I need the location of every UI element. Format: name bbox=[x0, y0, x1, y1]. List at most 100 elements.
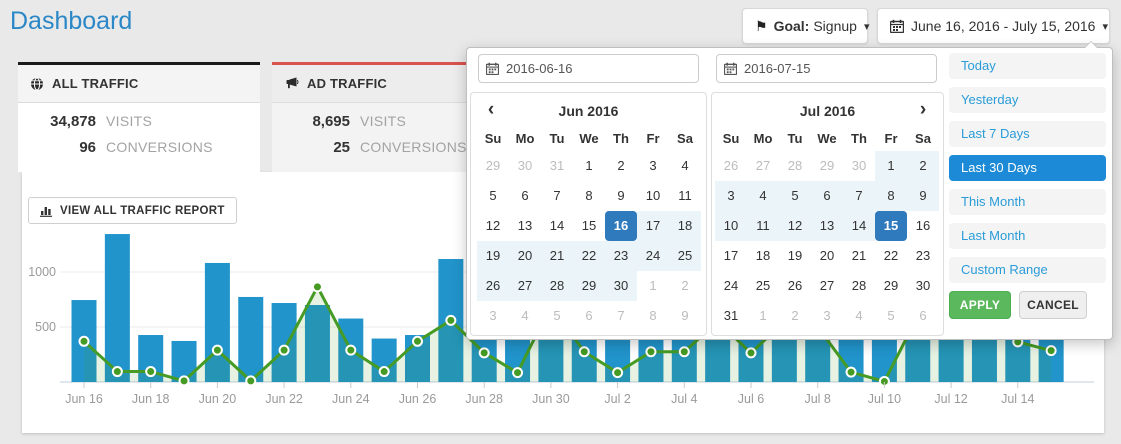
calendar-day[interactable]: 30 bbox=[605, 271, 637, 301]
calendar-day[interactable]: 7 bbox=[541, 181, 573, 211]
calendar-day[interactable]: 24 bbox=[637, 241, 669, 271]
calendar-day[interactable]: 27 bbox=[747, 151, 779, 181]
calendar-day[interactable]: 2 bbox=[669, 271, 701, 301]
calendar-day[interactable]: 22 bbox=[875, 241, 907, 271]
calendar-day[interactable]: 25 bbox=[669, 241, 701, 271]
view-all-traffic-report-button[interactable]: VIEW ALL TRAFFIC REPORT bbox=[28, 197, 237, 224]
calendar-day[interactable]: 8 bbox=[573, 181, 605, 211]
calendar-day[interactable]: 26 bbox=[779, 271, 811, 301]
calendar-day[interactable]: 11 bbox=[669, 181, 701, 211]
calendar-day[interactable]: 5 bbox=[541, 301, 573, 331]
calendar-day[interactable]: 18 bbox=[747, 241, 779, 271]
calendar-day[interactable]: 9 bbox=[605, 181, 637, 211]
calendar-day[interactable]: 23 bbox=[907, 241, 939, 271]
calendar-day[interactable]: 31 bbox=[715, 301, 747, 331]
date-range-button[interactable]: June 16, 2016 - July 15, 2016 ▾ bbox=[877, 8, 1110, 44]
calendar-day[interactable]: 29 bbox=[875, 271, 907, 301]
calendar-day[interactable]: 28 bbox=[843, 271, 875, 301]
calendar-day[interactable]: 28 bbox=[541, 271, 573, 301]
start-date-input[interactable] bbox=[478, 54, 699, 83]
range-option-last-30-days[interactable]: Last 30 Days bbox=[949, 155, 1106, 181]
calendar-day[interactable]: 17 bbox=[715, 241, 747, 271]
calendar-day[interactable]: 1 bbox=[573, 151, 605, 181]
calendar-day[interactable]: 29 bbox=[811, 151, 843, 181]
range-option-last-7-days[interactable]: Last 7 Days bbox=[949, 121, 1106, 147]
calendar-day[interactable]: 16 bbox=[907, 211, 939, 241]
calendar-day[interactable]: 29 bbox=[477, 151, 509, 181]
calendar-day[interactable]: 13 bbox=[509, 211, 541, 241]
calendar-day[interactable]: 8 bbox=[637, 301, 669, 331]
cancel-button[interactable]: CANCEL bbox=[1019, 291, 1087, 319]
calendar-day[interactable]: 31 bbox=[541, 151, 573, 181]
calendar-day[interactable]: 6 bbox=[509, 181, 541, 211]
range-option-custom-range[interactable]: Custom Range bbox=[949, 257, 1106, 283]
calendar-day[interactable]: 19 bbox=[779, 241, 811, 271]
calendar-day[interactable]: 2 bbox=[605, 151, 637, 181]
calendar-day[interactable]: 7 bbox=[605, 301, 637, 331]
calendar-day[interactable]: 26 bbox=[477, 271, 509, 301]
calendar-day[interactable]: 1 bbox=[875, 151, 907, 181]
tab-all-traffic[interactable]: ALL TRAFFIC 34,878 VISITS 96 CONVERSIONS bbox=[18, 62, 260, 172]
calendar-day[interactable]: 16 bbox=[605, 211, 637, 241]
calendar-day[interactable]: 29 bbox=[573, 271, 605, 301]
calendar-day[interactable]: 30 bbox=[843, 151, 875, 181]
calendar-day[interactable]: 23 bbox=[605, 241, 637, 271]
calendar-day[interactable]: 24 bbox=[715, 271, 747, 301]
calendar-day[interactable]: 25 bbox=[747, 271, 779, 301]
calendar-day[interactable]: 5 bbox=[477, 181, 509, 211]
range-option-last-month[interactable]: Last Month bbox=[949, 223, 1106, 249]
calendar-day[interactable]: 15 bbox=[875, 211, 907, 241]
calendar-day[interactable]: 5 bbox=[779, 181, 811, 211]
calendar-day[interactable]: 22 bbox=[573, 241, 605, 271]
calendar-day[interactable]: 4 bbox=[509, 301, 541, 331]
calendar-day[interactable]: 10 bbox=[637, 181, 669, 211]
calendar-day[interactable]: 12 bbox=[477, 211, 509, 241]
calendar-day[interactable]: 7 bbox=[843, 181, 875, 211]
calendar-day[interactable]: 26 bbox=[715, 151, 747, 181]
calendar-day[interactable]: 9 bbox=[907, 181, 939, 211]
calendar-day[interactable]: 3 bbox=[811, 301, 843, 331]
calendar-day[interactable]: 11 bbox=[747, 211, 779, 241]
calendar-day[interactable]: 28 bbox=[779, 151, 811, 181]
calendar-day[interactable]: 4 bbox=[747, 181, 779, 211]
calendar-day[interactable]: 2 bbox=[907, 151, 939, 181]
end-date-input[interactable] bbox=[716, 54, 937, 83]
calendar-day[interactable]: 1 bbox=[747, 301, 779, 331]
calendar-day[interactable]: 20 bbox=[811, 241, 843, 271]
calendar-day[interactable]: 19 bbox=[477, 241, 509, 271]
calendar-day[interactable]: 27 bbox=[811, 271, 843, 301]
calendar-day[interactable]: 6 bbox=[811, 181, 843, 211]
range-option-yesterday[interactable]: Yesterday bbox=[949, 87, 1106, 113]
calendar-day[interactable]: 21 bbox=[843, 241, 875, 271]
calendar-day[interactable]: 21 bbox=[541, 241, 573, 271]
calendar-day[interactable]: 2 bbox=[779, 301, 811, 331]
calendar-day[interactable]: 10 bbox=[715, 211, 747, 241]
calendar-day[interactable]: 1 bbox=[637, 271, 669, 301]
calendar-day[interactable]: 17 bbox=[637, 211, 669, 241]
calendar-day[interactable]: 15 bbox=[573, 211, 605, 241]
calendar-day[interactable]: 30 bbox=[907, 271, 939, 301]
calendar-day[interactable]: 4 bbox=[669, 151, 701, 181]
calendar-day[interactable]: 4 bbox=[843, 301, 875, 331]
calendar-day[interactable]: 6 bbox=[907, 301, 939, 331]
calendar-day[interactable]: 3 bbox=[715, 181, 747, 211]
calendar-day[interactable]: 12 bbox=[779, 211, 811, 241]
range-option-today[interactable]: Today bbox=[949, 53, 1106, 79]
calendar-day[interactable]: 9 bbox=[669, 301, 701, 331]
calendar-day[interactable]: 8 bbox=[875, 181, 907, 211]
goal-selector-button[interactable]: ⚑ Goal: Signup ▾ bbox=[742, 8, 868, 44]
calendar-day[interactable]: 6 bbox=[573, 301, 605, 331]
next-month-icon[interactable]: › bbox=[911, 99, 935, 123]
calendar-day[interactable]: 5 bbox=[875, 301, 907, 331]
calendar-day[interactable]: 13 bbox=[811, 211, 843, 241]
calendar-day[interactable]: 27 bbox=[509, 271, 541, 301]
calendar-day[interactable]: 20 bbox=[509, 241, 541, 271]
apply-button[interactable]: APPLY bbox=[949, 291, 1011, 319]
range-option-this-month[interactable]: This Month bbox=[949, 189, 1106, 215]
calendar-day[interactable]: 18 bbox=[669, 211, 701, 241]
calendar-day[interactable]: 3 bbox=[637, 151, 669, 181]
calendar-day[interactable]: 14 bbox=[541, 211, 573, 241]
calendar-day[interactable]: 14 bbox=[843, 211, 875, 241]
calendar-day[interactable]: 3 bbox=[477, 301, 509, 331]
calendar-day[interactable]: 30 bbox=[509, 151, 541, 181]
